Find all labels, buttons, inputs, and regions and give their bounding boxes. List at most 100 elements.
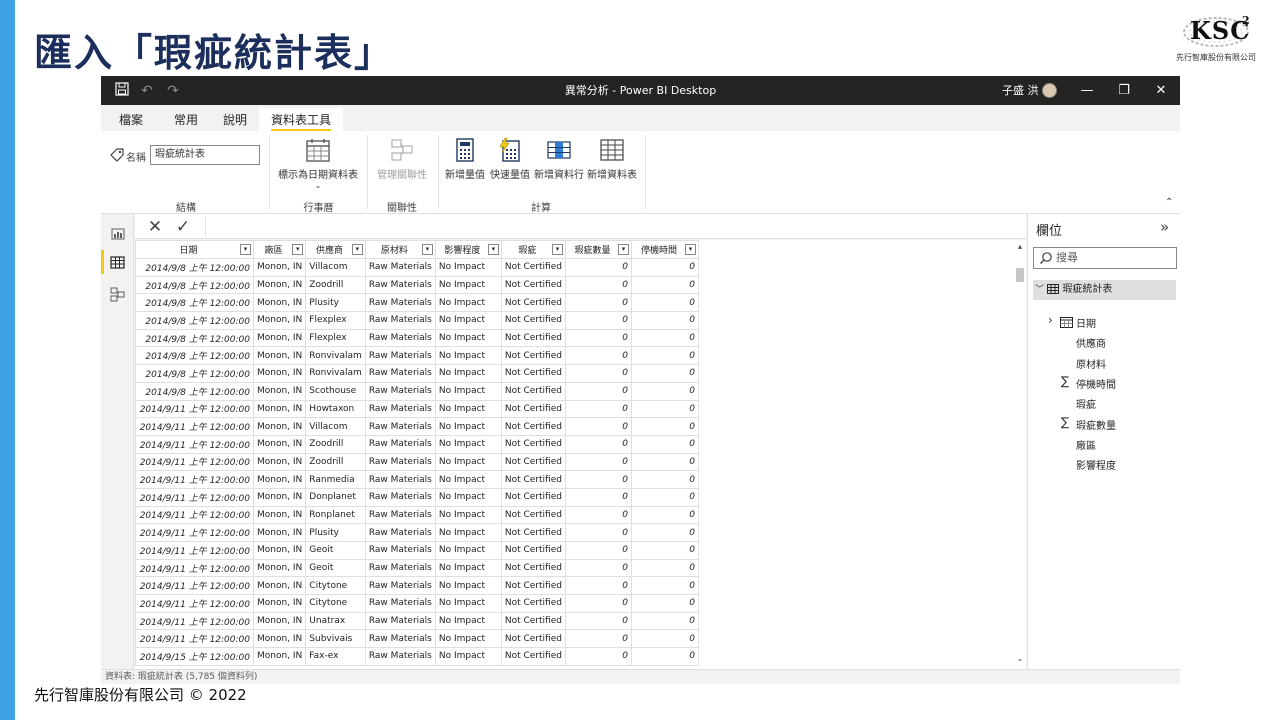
table-cell[interactable]: Not Certified (500, 346, 566, 366)
table-cell[interactable]: 0 (564, 594, 632, 613)
table-cell[interactable]: Monon, IN (252, 647, 307, 666)
table-cell[interactable]: 0 (564, 399, 632, 419)
table-row[interactable]: 2014/9/8 上午 12:00:00 Monon, IN Flexplex Raw… (135, 311, 699, 330)
table-cell[interactable]: Scothouse (305, 381, 366, 401)
filter-dropdown-icon[interactable]: ▾ (240, 244, 251, 255)
table-row[interactable]: 2014/9/11 上午 12:00:00 Monon, IN Ronplanet R… (135, 505, 699, 525)
table-cell[interactable]: 0 (630, 399, 699, 419)
table-row[interactable]: 2014/9/11 上午 12:00:00 Monon, IN Plusity Raw… (135, 523, 699, 542)
table-cell[interactable]: 2014/9/11 上午 12:00:00 (135, 399, 254, 419)
field-item[interactable]: 供應商 (1076, 335, 1106, 350)
field-table-item[interactable]: ﹀ 瑕疵統計表 (1033, 280, 1176, 300)
table-cell[interactable]: Not Certified (500, 647, 566, 666)
table-cell[interactable]: Raw Materials (364, 629, 436, 649)
tab-file[interactable]: 檔案 (119, 111, 143, 128)
table-row[interactable]: 2014/9/8 上午 12:00:00 Monon, IN Zoodrill Raw… (135, 275, 699, 295)
table-cell[interactable]: 0 (630, 629, 699, 649)
table-row[interactable]: 2014/9/11 上午 12:00:00 Monon, IN Ranmedia Ra… (135, 470, 699, 489)
table-row[interactable]: 2014/9/8 上午 12:00:00 Monon, IN Ronvivalam R… (135, 346, 699, 366)
scroll-up-icon[interactable]: ▴ (1014, 242, 1026, 251)
table-cell[interactable]: Not Certified (500, 541, 566, 560)
table-cell[interactable]: Flexplex (305, 328, 366, 348)
scroll-thumb[interactable] (1016, 268, 1024, 282)
table-cell[interactable]: Not Certified (500, 293, 566, 313)
table-cell[interactable]: Not Certified (500, 364, 566, 383)
table-cell[interactable]: 0 (564, 381, 632, 401)
chevron-right-icon[interactable]: › (1048, 313, 1053, 327)
new-table-button[interactable]: 新增資料表 (585, 137, 639, 181)
field-item[interactable]: 停機時間 (1076, 376, 1116, 391)
table-cell[interactable]: Monon, IN (252, 541, 307, 560)
table-cell[interactable]: No Impact (434, 452, 502, 472)
table-cell[interactable]: 0 (630, 275, 699, 295)
table-cell[interactable]: 2014/9/11 上午 12:00:00 (135, 541, 254, 560)
table-cell[interactable]: Raw Materials (364, 647, 436, 666)
table-row[interactable]: 2014/9/8 上午 12:00:00 Monon, IN Scothouse Ra… (135, 381, 699, 401)
table-cell[interactable]: 0 (564, 452, 632, 472)
table-cell[interactable]: Monon, IN (252, 258, 307, 277)
table-cell[interactable]: No Impact (434, 505, 502, 525)
table-cell[interactable]: Monon, IN (252, 594, 307, 613)
restore-icon[interactable]: ❐ (1106, 76, 1142, 105)
table-cell[interactable]: Plusity (305, 523, 366, 542)
table-cell[interactable]: 2014/9/11 上午 12:00:00 (135, 505, 254, 525)
table-cell[interactable]: Not Certified (500, 523, 566, 542)
table-cell[interactable]: 2014/9/8 上午 12:00:00 (135, 346, 254, 366)
table-cell[interactable]: No Impact (434, 523, 502, 542)
table-cell[interactable]: Unatrax (305, 611, 366, 631)
table-row[interactable]: 2014/9/11 上午 12:00:00 Monon, IN Zoodrill Ra… (135, 434, 699, 454)
table-cell[interactable]: 0 (564, 311, 632, 330)
table-cell[interactable]: Not Certified (500, 629, 566, 649)
table-cell[interactable]: Raw Materials (364, 452, 436, 472)
table-cell[interactable]: Howtaxon (305, 399, 366, 419)
table-cell[interactable]: No Impact (434, 381, 502, 401)
table-cell[interactable]: Raw Materials (364, 293, 436, 313)
table-cell[interactable]: 0 (564, 293, 632, 313)
table-row[interactable]: 2014/9/8 上午 12:00:00 Monon, IN Plusity Raw … (135, 293, 699, 313)
table-cell[interactable]: Flexplex (305, 311, 366, 330)
table-cell[interactable]: Raw Materials (364, 328, 436, 348)
table-cell[interactable]: Villacom (305, 258, 366, 277)
table-cell[interactable]: 0 (630, 381, 699, 401)
table-cell[interactable]: Geoit (305, 541, 366, 560)
table-cell[interactable]: 2014/9/11 上午 12:00:00 (135, 417, 254, 436)
tab-help[interactable]: 說明 (223, 111, 247, 128)
new-column-button[interactable]: 新增資料行 (532, 137, 586, 181)
table-cell[interactable]: Not Certified (500, 417, 566, 436)
table-cell[interactable]: 0 (630, 364, 699, 383)
table-cell[interactable]: 0 (564, 328, 632, 348)
table-cell[interactable]: Raw Materials (364, 399, 436, 419)
table-cell[interactable]: Ronvivalam (305, 364, 366, 383)
table-cell[interactable]: Monon, IN (252, 611, 307, 631)
table-row[interactable]: 2014/9/11 上午 12:00:00 Monon, IN Geoit Raw M… (135, 558, 699, 578)
filter-dropdown-icon[interactable]: ▾ (421, 244, 433, 255)
table-row[interactable]: 2014/9/11 上午 12:00:00 Monon, IN Howtaxon Ra… (135, 399, 699, 419)
table-cell[interactable]: Ranmedia (305, 470, 366, 489)
table-cell[interactable]: No Impact (434, 364, 502, 383)
table-cell[interactable]: No Impact (434, 434, 502, 454)
model-view-icon[interactable] (101, 278, 134, 310)
tab-table-tools[interactable]: 資料表工具 (259, 108, 344, 132)
table-cell[interactable]: Not Certified (500, 594, 566, 613)
filter-dropdown-icon[interactable]: ▾ (351, 244, 363, 255)
table-cell[interactable]: No Impact (434, 541, 502, 560)
table-cell[interactable]: No Impact (434, 258, 502, 277)
table-cell[interactable]: 2014/9/11 上午 12:00:00 (135, 558, 254, 578)
column-header[interactable]: 瑕疵 ▾ (500, 240, 566, 259)
table-cell[interactable]: No Impact (434, 399, 502, 419)
table-cell[interactable]: 2014/9/8 上午 12:00:00 (135, 364, 254, 383)
table-row[interactable]: 2014/9/11 上午 12:00:00 Monon, IN Villacom Ra… (135, 417, 699, 436)
data-view-icon[interactable] (101, 246, 134, 278)
table-cell[interactable]: 2014/9/11 上午 12:00:00 (135, 594, 254, 613)
field-item[interactable]: 瑕疵 (1076, 396, 1096, 411)
close-icon[interactable]: ✕ (1143, 76, 1179, 105)
table-cell[interactable]: No Impact (434, 647, 502, 666)
table-row[interactable]: 2014/9/11 上午 12:00:00 Monon, IN Unatrax Raw… (135, 611, 699, 631)
table-cell[interactable]: Monon, IN (252, 275, 307, 295)
field-item[interactable]: 原材料 (1076, 356, 1106, 371)
table-cell[interactable]: 0 (564, 629, 632, 649)
table-cell[interactable]: 0 (630, 293, 699, 313)
table-cell[interactable]: No Impact (434, 346, 502, 366)
filter-dropdown-icon[interactable]: ▾ (617, 244, 629, 255)
table-cell[interactable]: Monon, IN (252, 399, 307, 419)
